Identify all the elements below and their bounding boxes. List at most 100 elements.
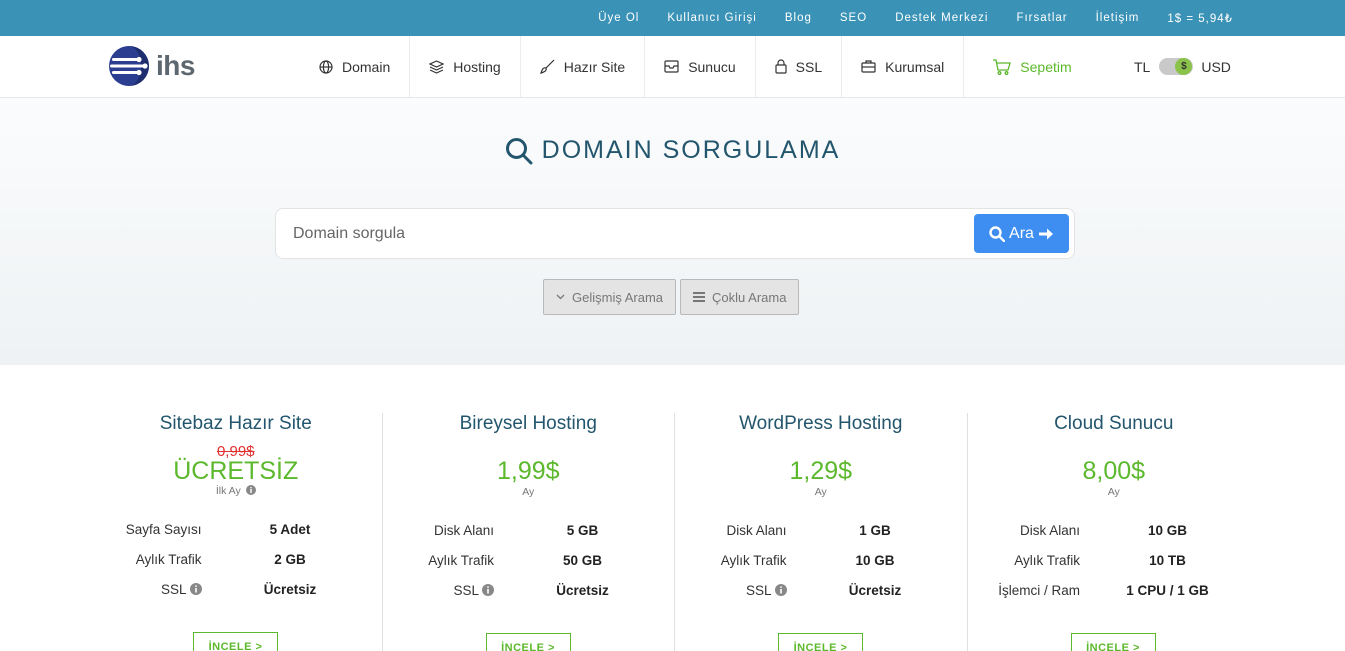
nav-corporate[interactable]: Kurumsal <box>842 36 965 97</box>
domain-search-input[interactable] <box>293 222 953 246</box>
spec-value: Ücretsiz <box>556 583 609 598</box>
nav-ssl[interactable]: SSL <box>756 36 843 97</box>
spec-row: Aylık Trafik 2 GB <box>90 552 382 582</box>
search-options: Gelişmiş Arama Çoklu Arama <box>543 279 803 315</box>
spec-label: Aylık Trafik <box>135 552 202 567</box>
chevron-down-icon <box>556 294 565 300</box>
spec-value: 50 GB <box>562 553 603 568</box>
currency-switcher: TL $ USD <box>1134 36 1231 97</box>
spec-value: 1 CPU / 1 GB <box>1126 583 1209 598</box>
deals-link[interactable]: Fırsatlar <box>1016 12 1067 24</box>
spec-row: SSL Ücretsiz <box>675 583 967 613</box>
support-link[interactable]: Destek Merkezi <box>895 12 988 24</box>
hero-title: DOMAIN SORGULAMA <box>0 136 1345 165</box>
spec-label: Aylık Trafik <box>720 553 787 568</box>
product-specs: Disk Alanı 1 GB Aylık Trafik 10 GB SSL Ü… <box>675 523 967 613</box>
info-icon[interactable] <box>774 584 787 596</box>
spec-value: 5 GB <box>566 523 599 538</box>
product-title: Cloud Sunucu <box>1054 413 1174 434</box>
spec-label: SSL <box>160 582 187 597</box>
dollar-icon: $ <box>1175 58 1193 75</box>
product-card-personal-hosting: Bireysel Hosting 1,99$ Ay Disk Alanı 5 G… <box>383 413 675 651</box>
spec-row: Disk Alanı 10 GB <box>968 523 1261 553</box>
signup-link[interactable]: Üye Ol <box>598 12 639 24</box>
arrow-right-icon <box>1038 228 1053 239</box>
product-price: 1,29$ <box>789 457 853 485</box>
contact-link[interactable]: İletişim <box>1096 12 1140 24</box>
nav-hosting[interactable]: Hosting <box>410 36 521 97</box>
logo-globe-icon <box>109 46 149 86</box>
nav-ready-site[interactable]: Hazır Site <box>521 36 646 97</box>
cart-icon <box>993 58 1012 75</box>
login-link[interactable]: Kullanıcı Girişi <box>667 12 757 24</box>
spec-value: Ücretsiz <box>848 583 902 598</box>
spec-value: 2 GB <box>274 552 306 567</box>
exchange-rate: 1$ = 5,94₺ <box>1167 13 1233 25</box>
nav-cart[interactable]: Sepetim <box>964 36 1090 97</box>
list-icon <box>693 292 706 302</box>
spec-value: 5 Adet <box>269 522 311 537</box>
product-specs: Disk Alanı 10 GB Aylık Trafik 10 TB İşle… <box>968 523 1261 613</box>
spec-label: İşlemci / Ram <box>998 583 1080 598</box>
product-specs: Sayfa Sayısı 5 Adet Aylık Trafik 2 GB SS… <box>90 522 382 612</box>
search-icon <box>505 137 533 164</box>
advanced-search-button[interactable]: Gelişmiş Arama <box>543 279 677 315</box>
spec-value: 10 GB <box>855 553 895 568</box>
nav-cart-label: Sepetim <box>1020 58 1072 75</box>
spec-label-wrap: SSL <box>746 583 787 598</box>
search-button[interactable]: Ara <box>974 214 1069 253</box>
brush-icon <box>539 59 555 74</box>
product-card-ready-site: Sitebaz Hazır Site 0,99$ ÜCRETSİZ İlk Ay… <box>90 413 383 651</box>
hero-title-text: DOMAIN SORGULAMA <box>541 136 841 164</box>
spec-value: 1 GB <box>859 523 891 538</box>
product-cards: Sitebaz Hazır Site 0,99$ ÜCRETSİZ İlk Ay… <box>90 413 1260 651</box>
review-button[interactable]: İNCELE > <box>485 633 571 651</box>
search-button-label: Ara <box>1009 224 1034 242</box>
advanced-search-label: Gelişmiş Arama <box>572 289 664 305</box>
spec-label: Sayfa Sayısı <box>125 522 202 537</box>
currency-usd-label: USD <box>1201 58 1231 75</box>
product-period: Ay <box>814 486 827 498</box>
info-icon[interactable] <box>189 583 202 595</box>
seo-link[interactable]: SEO <box>840 12 867 24</box>
info-icon[interactable] <box>482 584 494 596</box>
spec-label: Aylık Trafik <box>428 553 494 568</box>
product-period: İlk Ay <box>90 485 382 497</box>
nav-corporate-label: Kurumsal <box>885 58 945 75</box>
spec-row: Aylık Trafik 10 TB <box>968 553 1261 583</box>
spec-label: Disk Alanı <box>726 523 787 538</box>
layers-icon <box>429 59 445 74</box>
spec-row: Disk Alanı 5 GB <box>383 523 675 553</box>
logo-text: ihs <box>156 50 195 81</box>
spec-value: 10 TB <box>1149 553 1186 568</box>
product-title: WordPress Hosting <box>739 413 903 434</box>
main-nav: Domain Hosting Hazır Site Sunucu SSL Kur… <box>300 36 1091 97</box>
top-bar: Üye Ol Kullanıcı Girişi Blog SEO Destek … <box>0 0 1345 36</box>
spec-row: SSL Ücretsiz <box>90 582 382 612</box>
spec-row: İşlemci / Ram 1 CPU / 1 GB <box>968 583 1261 613</box>
blog-link[interactable]: Blog <box>785 12 812 24</box>
spec-row: Aylık Trafik 10 GB <box>675 553 967 583</box>
globe-icon <box>319 59 333 74</box>
product-period-label: İlk Ay <box>215 485 241 497</box>
product-price: ÜCRETSİZ <box>173 457 299 485</box>
nav-server[interactable]: Sunucu <box>645 36 756 97</box>
review-button[interactable]: İNCELE > <box>778 633 863 651</box>
spec-value: Ücretsiz <box>263 582 317 597</box>
review-button[interactable]: İNCELE > <box>193 632 278 651</box>
bulk-search-label: Çoklu Arama <box>712 289 787 305</box>
product-period: Ay <box>522 486 535 498</box>
spec-row: Aylık Trafik 50 GB <box>383 553 675 583</box>
logo[interactable]: ihs <box>108 45 195 87</box>
product-period: Ay <box>1107 486 1120 498</box>
spec-row: Disk Alanı 1 GB <box>675 523 967 553</box>
currency-toggle[interactable]: $ <box>1159 58 1194 75</box>
review-button[interactable]: İNCELE > <box>1070 633 1156 651</box>
nav-ssl-label: SSL <box>795 58 823 75</box>
domain-search-section: DOMAIN SORGULAMA Ara Gelişmiş Arama Çokl… <box>0 98 1345 365</box>
search-icon <box>989 225 1006 242</box>
bulk-search-button[interactable]: Çoklu Arama <box>680 279 800 315</box>
nav-domain[interactable]: Domain <box>300 36 411 97</box>
nav-ready-site-label: Hazır Site <box>563 58 626 75</box>
product-title: Bireysel Hosting <box>459 413 597 434</box>
